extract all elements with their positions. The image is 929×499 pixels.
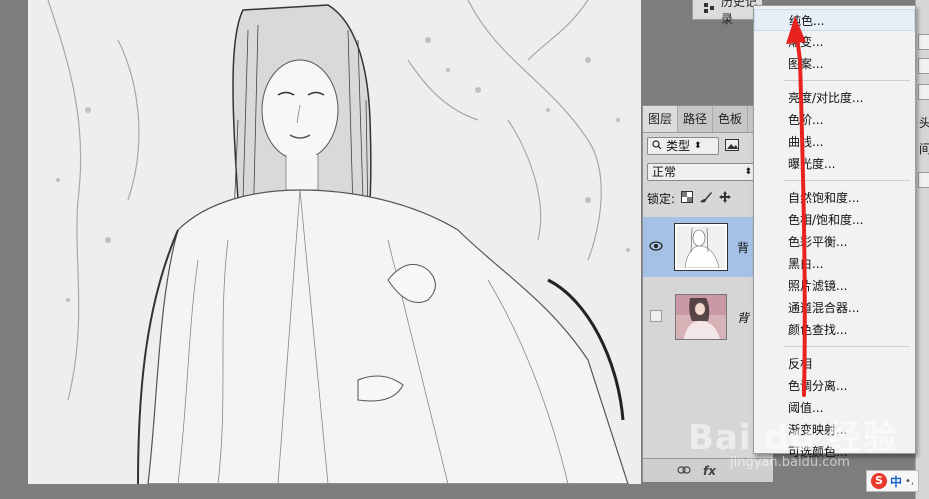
menu-separator [784,80,910,81]
baidu-watermark-url: jingyan.baidu.com [730,455,850,470]
document-canvas[interactable] [28,0,641,484]
sogou-icon: S [871,473,887,489]
adjustment-layer-menu: 纯色... 渐变... 图案... 亮度/对比度... 色阶... 曲线... 曝光度...… [753,5,916,459]
tab-layers[interactable]: 图层 [643,106,679,132]
layer-name: 背 [737,240,750,255]
sketch-image [28,0,641,484]
menu-item[interactable]: 自然饱和度... [754,187,915,209]
layer-filter-select[interactable]: 类型 ⬍ [647,137,719,155]
menu-item[interactable]: 照片滤镜... [754,275,915,297]
menu-item[interactable]: 反相 [754,353,915,375]
fx-button[interactable]: fx [703,464,716,478]
layer-thumbnail [675,294,727,340]
menu-item[interactable]: 颜色查找... [754,319,915,341]
image-filter-icon[interactable] [725,138,739,154]
input-fragment[interactable] [918,172,929,188]
visibility-toggle[interactable] [643,309,669,325]
lock-transparent-icon[interactable] [681,190,694,206]
menu-item[interactable]: 色调分离... [754,375,915,397]
menu-item[interactable]: 曲线... [754,131,915,153]
lock-label: 锁定: [647,191,676,206]
tab-swatches[interactable]: 色板 [713,106,749,132]
menu-item[interactable]: 纯色... [754,9,915,31]
baidu-watermark: Bai du 经验 [688,418,898,458]
menu-item[interactable]: 亮度/对比度... [754,87,915,109]
ime-indicator[interactable]: S 中 •, [866,470,920,492]
menu-item[interactable]: 色阶... [754,109,915,131]
menu-item[interactable]: 渐变... [754,31,915,53]
lock-brush-icon[interactable] [699,191,713,206]
blend-mode-value: 正常 [652,165,677,179]
properties-text: 间 [919,142,929,156]
menu-separator [784,346,910,347]
blend-mode-select[interactable]: 正常 ⬍ [647,163,757,181]
menu-item[interactable]: 通道混合器... [754,297,915,319]
input-fragment[interactable] [918,58,929,74]
lock-move-icon[interactable] [719,190,732,206]
chevron-updown-icon: ⬍ [694,141,702,151]
link-icon[interactable] [677,464,691,478]
chevron-updown-icon: ⬍ [744,167,752,177]
menu-separator [784,180,910,181]
menu-item[interactable]: 曝光度... [754,153,915,175]
properties-panel-edge: 头 间 [915,0,929,499]
menu-item[interactable]: 色相/饱和度... [754,209,915,231]
tab-paths[interactable]: 路径 [678,106,714,132]
layer-name: 背 [737,310,750,325]
menu-item[interactable]: 图案... [754,53,915,75]
input-fragment[interactable] [918,34,929,50]
menu-item[interactable]: 黑白... [754,253,915,275]
ime-dot-icon: •, [905,475,915,487]
history-icon [703,2,715,17]
layer-thumbnail [674,223,728,271]
properties-text: 头 [919,116,929,130]
ime-mode-label: 中 [890,474,903,489]
eye-icon[interactable] [643,240,669,254]
history-panel-tab[interactable]: 历史记录 [692,0,762,26]
input-fragment[interactable] [918,84,929,100]
search-icon [652,137,662,155]
menu-item[interactable]: 色彩平衡... [754,231,915,253]
filter-label: 类型 [666,139,691,153]
